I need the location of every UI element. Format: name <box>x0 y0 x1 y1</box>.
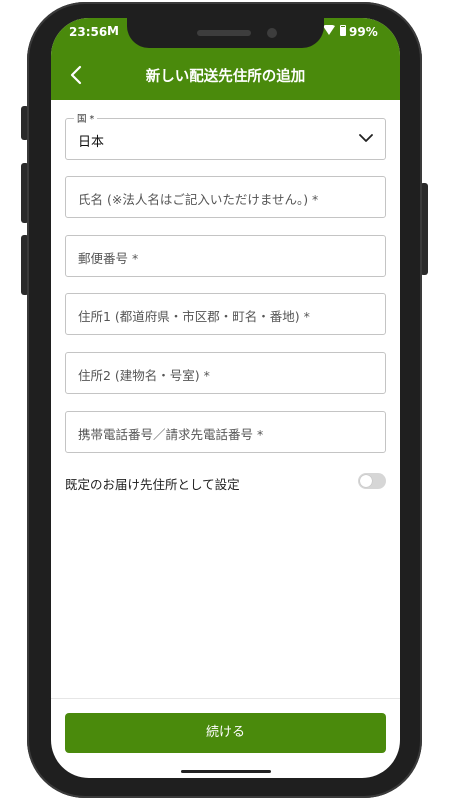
toggle-knob <box>360 475 372 487</box>
page-title: 新しい配送先住所の追加 <box>145 69 306 85</box>
front-camera <box>267 28 277 38</box>
chevron-down-icon <box>359 134 373 142</box>
address2-field[interactable]: 住所2 (建物名・号室) * <box>65 352 386 394</box>
gmail-icon: M <box>107 24 119 38</box>
continue-button[interactable]: 続ける <box>65 713 386 753</box>
country-select[interactable]: 国 * 日本 <box>65 111 386 160</box>
postal-code-placeholder: 郵便番号 * <box>78 251 139 266</box>
country-label: 国 * <box>74 111 98 125</box>
name-placeholder: 氏名 (※法人名はご記入いただけません。) * <box>78 192 319 207</box>
phone-field[interactable]: 携帯電話番号／請求先電話番号 * <box>65 411 386 453</box>
home-indicator[interactable] <box>181 770 271 773</box>
country-value: 日本 <box>78 135 105 150</box>
default-address-toggle[interactable] <box>358 473 386 489</box>
battery-percent: 99% <box>349 25 378 39</box>
name-field[interactable]: 氏名 (※法人名はご記入いただけません。) * <box>65 176 386 218</box>
address1-field[interactable]: 住所1 (都道府県・市区郡・町名・番地) * <box>65 293 386 335</box>
address1-placeholder: 住所1 (都道府県・市区郡・町名・番地) * <box>78 309 310 324</box>
default-address-label: 既定のお届け先住所として設定 <box>65 477 240 492</box>
app-header: 23:56 M 99% 新しい配送先住所の追加 <box>51 18 400 100</box>
camera-notch <box>127 18 324 48</box>
phone-placeholder: 携帯電話番号／請求先電話番号 * <box>78 427 264 442</box>
battery-icon <box>340 25 346 36</box>
postal-code-field[interactable]: 郵便番号 * <box>65 235 386 277</box>
app-screen: 23:56 M 99% 新しい配送先住所の追加 国 * 日本 氏名 (※法人名は… <box>51 18 400 778</box>
status-time: 23:56 <box>69 25 108 39</box>
wifi-icon <box>323 25 335 35</box>
address2-placeholder: 住所2 (建物名・号室) * <box>78 368 210 383</box>
speaker-grille <box>197 30 251 36</box>
bottom-divider <box>51 698 400 699</box>
